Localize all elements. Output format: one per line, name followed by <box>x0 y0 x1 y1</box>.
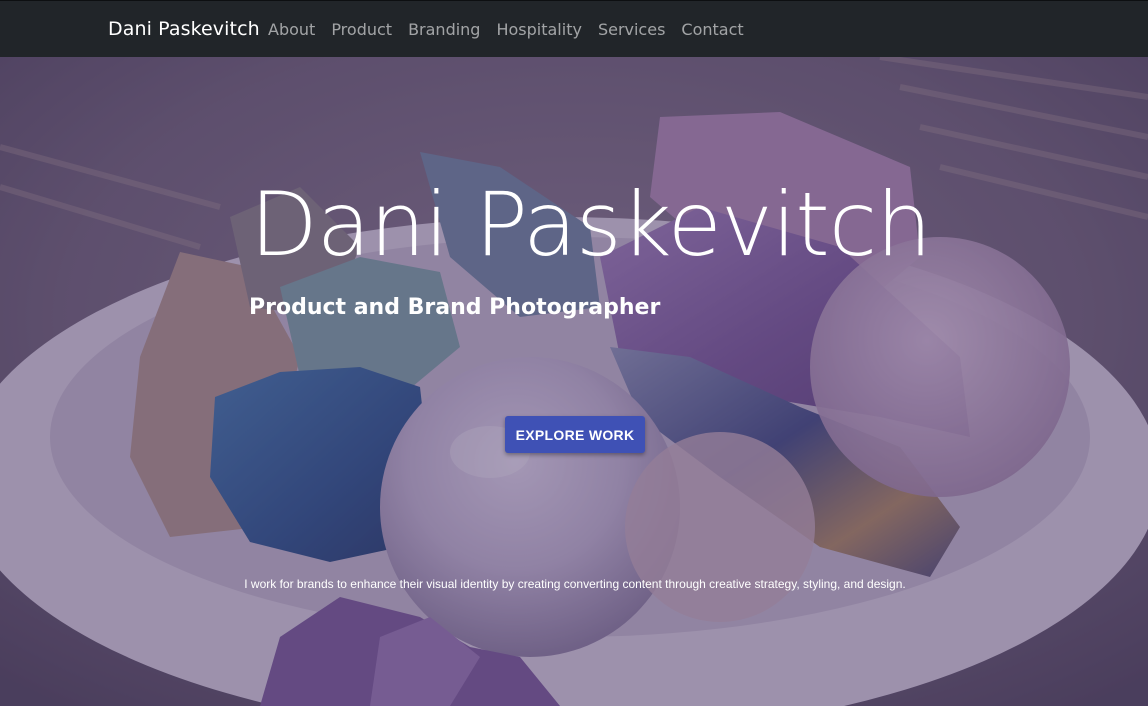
hero-title: Dani Paskevitch <box>250 173 932 276</box>
hero-section: Dani Paskevitch Product and Brand Photog… <box>0 57 1148 706</box>
nav-link-contact[interactable]: Contact <box>681 20 743 39</box>
nav-link-hospitality[interactable]: Hospitality <box>496 20 581 39</box>
nav-link-services[interactable]: Services <box>598 20 665 39</box>
hero-color-overlay <box>0 57 1148 706</box>
explore-work-button[interactable]: EXPLORE WORK <box>505 416 645 453</box>
top-navbar: Dani Paskevitch About Product Branding H… <box>0 0 1148 57</box>
nav-link-about[interactable]: About <box>268 20 315 39</box>
hero-subtitle: Product and Brand Photographer <box>249 295 661 320</box>
nav-links: About Product Branding Hospitality Servi… <box>268 20 760 39</box>
navbar-brand[interactable]: Dani Paskevitch <box>108 18 260 40</box>
nav-link-branding[interactable]: Branding <box>408 20 480 39</box>
hero-tagline: I work for brands to enhance their visua… <box>244 577 906 591</box>
nav-link-product[interactable]: Product <box>331 20 392 39</box>
